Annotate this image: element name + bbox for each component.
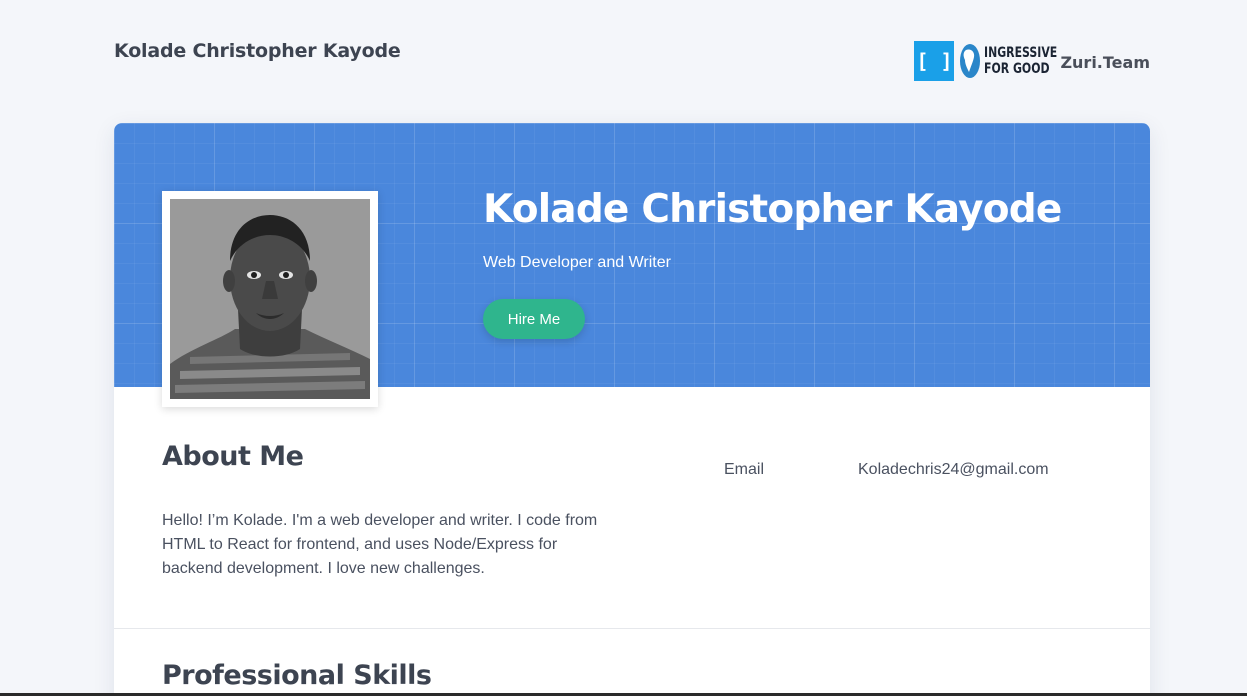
email-label: Email	[724, 461, 765, 478]
about-text: Hello! I’m Kolade. I'm a web developer a…	[162, 512, 598, 577]
profile-card: Kolade Christopher Kayode Web Developer …	[114, 123, 1150, 696]
zuri-team-logo: Zuri.Team	[1060, 53, 1150, 72]
site-name[interactable]: Kolade Christopher Kayode	[114, 40, 401, 62]
top-bar: Kolade Christopher Kayode [ ] INGRESSIVE…	[114, 38, 1150, 84]
email-value[interactable]: Koladechris24@gmail.com	[858, 461, 1049, 479]
hero-name: Kolade Christopher Kayode	[483, 187, 1062, 232]
about-title: About Me	[162, 441, 304, 472]
globe-svg	[960, 44, 981, 78]
hng-logo: [ ]	[914, 41, 955, 81]
ingressive-for-good-logo: INGRESSIVE FOR GOOD	[984, 45, 1059, 77]
profile-photo-frame	[162, 191, 378, 407]
section-divider	[114, 628, 1150, 629]
partner-logos: [ ] INGRESSIVE FOR GOOD Zuri.Team	[914, 41, 1150, 81]
africa-globe-icon	[958, 41, 982, 81]
ingressive-line1: INGRESSIVE	[984, 45, 1058, 61]
profile-photo	[170, 199, 370, 399]
hire-me-button[interactable]: Hire Me	[483, 299, 585, 339]
ingressive-line2: FOR GOOD	[984, 61, 1050, 77]
hero-role: Web Developer and Writer	[483, 254, 671, 271]
skills-title: Professional Skills	[162, 660, 432, 691]
